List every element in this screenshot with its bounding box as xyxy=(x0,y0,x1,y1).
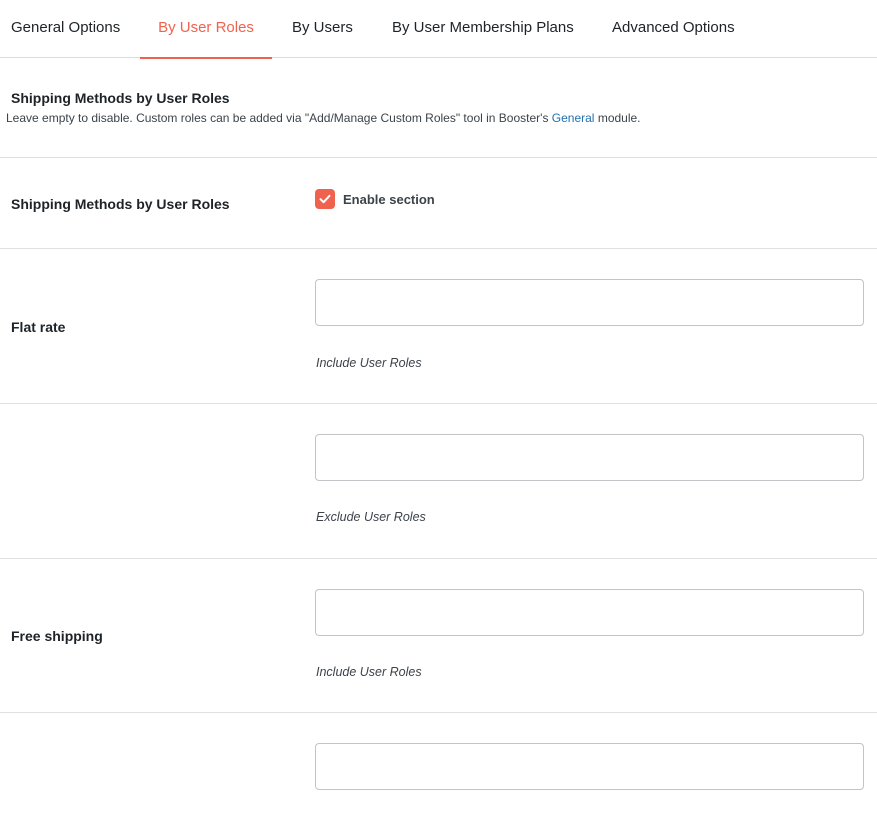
divider xyxy=(0,248,877,249)
flat-rate-include-hint: Include User Roles xyxy=(316,356,422,370)
section-title: Shipping Methods by User Roles xyxy=(11,90,230,106)
enable-row-label: Shipping Methods by User Roles xyxy=(11,196,230,212)
general-module-link[interactable]: General xyxy=(552,111,595,125)
tab-by-users[interactable]: By Users xyxy=(292,0,353,58)
free-shipping-include-roles-input[interactable] xyxy=(315,589,864,636)
options-tab-bar: General Options By User Roles By Users B… xyxy=(0,0,877,59)
free-shipping-include-hint: Include User Roles xyxy=(316,665,422,679)
tab-advanced-options[interactable]: Advanced Options xyxy=(612,0,735,58)
enable-section-label: Enable section xyxy=(343,192,435,207)
section-desc-suffix: module. xyxy=(594,111,641,125)
divider xyxy=(0,403,877,404)
tab-general-options[interactable]: General Options xyxy=(11,0,120,58)
section-desc-text: Leave empty to disable. Custom roles can… xyxy=(6,111,552,125)
flat-rate-exclude-roles-input[interactable] xyxy=(315,434,864,481)
flat-rate-exclude-hint: Exclude User Roles xyxy=(316,510,426,524)
enable-section-checkbox[interactable] xyxy=(315,189,335,209)
divider xyxy=(0,712,877,713)
tab-by-user-roles[interactable]: By User Roles xyxy=(140,0,272,59)
tab-by-user-membership-plans[interactable]: By User Membership Plans xyxy=(392,0,574,58)
flat-rate-label: Flat rate xyxy=(11,319,66,335)
divider xyxy=(0,558,877,559)
checkmark-icon xyxy=(319,194,331,204)
flat-rate-include-roles-input[interactable] xyxy=(315,279,864,326)
divider xyxy=(0,157,877,158)
free-shipping-label: Free shipping xyxy=(11,628,103,644)
free-shipping-exclude-roles-input[interactable] xyxy=(315,743,864,790)
section-description: Leave empty to disable. Custom roles can… xyxy=(6,111,641,125)
